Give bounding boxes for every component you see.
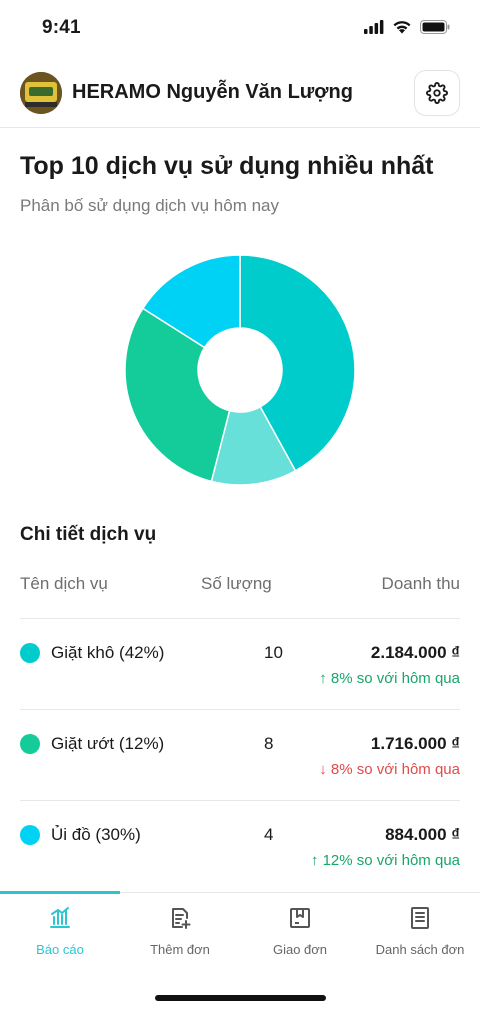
service-revenue: 1.716.000 ₫ bbox=[370, 734, 460, 753]
tab-label: Giao đơn bbox=[272, 942, 328, 957]
battery-icon bbox=[420, 20, 450, 34]
color-dot bbox=[20, 825, 40, 845]
column-qty: Số lượng bbox=[201, 574, 272, 593]
tab-deliver-order[interactable]: Giao đơn bbox=[240, 893, 360, 973]
store-name: HERAMO Nguyễn Văn Lượng bbox=[72, 81, 353, 103]
service-name: Giặt ướt (12%) bbox=[51, 734, 165, 753]
column-name: Tên dịch vụ bbox=[20, 574, 108, 593]
wifi-icon bbox=[393, 21, 411, 34]
avatar[interactable] bbox=[20, 72, 62, 114]
section-title: Top 10 dịch vụ sử dụng nhiều nhất bbox=[20, 152, 434, 180]
service-name: Giặt khô (42%) bbox=[51, 643, 165, 662]
tab-label: Danh sách đơn bbox=[375, 942, 465, 957]
tab-label: Thêm đơn bbox=[150, 942, 210, 957]
color-dot bbox=[20, 643, 40, 663]
revenue-change: ↓ 8% so với hôm qua bbox=[319, 761, 460, 778]
service-name: Ủi đồ (30%) bbox=[51, 825, 141, 844]
detail-title: Chi tiết dịch vụ bbox=[20, 524, 157, 545]
signal-icon bbox=[364, 20, 384, 34]
section-subtitle: Phân bố sử dụng dịch vụ hôm nay bbox=[20, 196, 279, 215]
table-row[interactable]: Giặt ướt (12%) 8 1.716.000 ₫ ↓ 8% so với… bbox=[20, 709, 460, 800]
store-logo-image bbox=[20, 72, 62, 114]
status-icons bbox=[364, 20, 450, 34]
service-list: Giặt khô (42%) 10 2.184.000 ₫ ↑ 8% so vớ… bbox=[20, 618, 460, 891]
donut-chart bbox=[124, 254, 356, 486]
table-row[interactable]: Ủi đồ (30%) 4 884.000 ₫ ↑ 12% so với hôm… bbox=[20, 800, 460, 891]
tab-label: Báo cáo bbox=[36, 942, 84, 957]
app-header: HERAMO Nguyễn Văn Lượng bbox=[0, 62, 480, 128]
service-qty: 8 bbox=[264, 734, 274, 753]
table-row[interactable]: Giặt khô (42%) 10 2.184.000 ₫ ↑ 8% so vớ… bbox=[20, 618, 460, 709]
status-time: 9:41 bbox=[42, 17, 81, 38]
color-dot bbox=[20, 734, 40, 754]
tab-reports[interactable]: Báo cáo bbox=[0, 893, 120, 973]
revenue-change: ↑ 8% so với hôm qua bbox=[319, 670, 460, 687]
tab-add-order[interactable]: Thêm đơn bbox=[120, 893, 240, 973]
service-qty: 4 bbox=[264, 825, 274, 844]
document-list-icon bbox=[411, 907, 429, 929]
status-bar: 9:41 bbox=[0, 0, 480, 56]
box-icon bbox=[290, 908, 310, 928]
chart-bars-icon bbox=[50, 907, 70, 928]
revenue-change: ↑ 12% so với hôm qua bbox=[310, 852, 460, 869]
service-revenue: 884.000 ₫ bbox=[385, 825, 460, 844]
service-qty: 10 bbox=[264, 643, 283, 662]
table-header: Tên dịch vụ Số lượng Doanh thu bbox=[20, 574, 460, 598]
tab-order-list[interactable]: Danh sách đơn bbox=[360, 893, 480, 973]
settings-button[interactable] bbox=[414, 70, 460, 116]
home-indicator bbox=[155, 995, 326, 1001]
service-revenue: 2.184.000 ₫ bbox=[370, 643, 460, 662]
column-revenue: Doanh thu bbox=[381, 574, 460, 593]
bottom-tab-bar: Báo cáo Thêm đơn Giao đơn Danh sách đơn bbox=[0, 891, 480, 1012]
add-document-icon bbox=[172, 908, 191, 929]
gear-icon bbox=[426, 82, 448, 104]
